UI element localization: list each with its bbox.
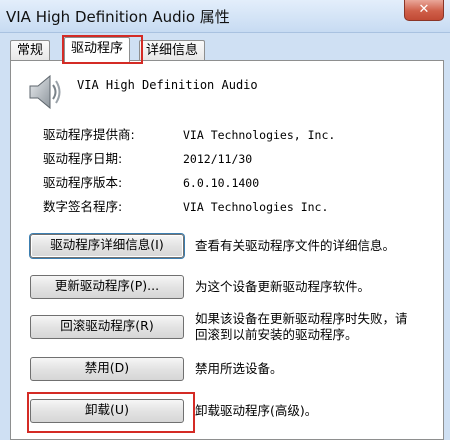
driver-panel: VIA High Definition Audio 驱动程序提供商: VIA Te…	[10, 60, 444, 440]
disable-description: 禁用所选设备。	[195, 361, 283, 376]
close-button[interactable]: ✕	[404, 0, 444, 21]
title-bar: VIA High Definition Audio 属性 ✕	[0, 0, 450, 33]
info-label: 驱动程序日期:	[43, 151, 123, 166]
rollback-description-line: 回滚到以前安装的驱动程序。	[195, 327, 358, 342]
close-icon: ✕	[418, 2, 430, 17]
info-value: VIA Technologies, Inc.	[183, 128, 336, 142]
uninstall-highlight-box	[27, 392, 195, 433]
driver-details-button[interactable]: 驱动程序详细信息(I)	[30, 234, 184, 258]
update-driver-button[interactable]: 更新驱动程序(P)...	[30, 275, 184, 299]
info-label: 驱动程序提供商:	[43, 127, 135, 142]
tab-driver[interactable]: 驱动程序	[64, 37, 131, 62]
info-value: VIA Technologies Inc.	[183, 200, 329, 214]
tab-general[interactable]: 常规	[10, 40, 51, 61]
info-label: 数字签名程序:	[43, 199, 123, 214]
tab-details[interactable]: 详细信息	[139, 40, 206, 61]
tab-strip: 常规 驱动程序 详细信息	[10, 35, 450, 64]
rollback-driver-button[interactable]: 回滚驱动程序(R)	[30, 315, 184, 339]
info-value: 2012/11/30	[183, 152, 253, 166]
uninstall-description: 卸载驱动程序(高级)。	[195, 403, 318, 418]
speaker-icon	[29, 74, 61, 110]
device-name: VIA High Definition Audio	[77, 78, 258, 92]
driver-details-description: 查看有关驱动程序文件的详细信息。	[195, 238, 396, 253]
window-title: VIA High Definition Audio 属性	[6, 8, 230, 26]
info-row-version: 驱动程序版本: 6.0.10.1400	[43, 172, 259, 191]
rollback-description-line: 如果该设备在更新驱动程序时失败，请	[195, 311, 408, 326]
info-label: 驱动程序版本:	[43, 175, 123, 190]
rollback-driver-description: 如果该设备在更新驱动程序时失败，请 回滚到以前安装的驱动程序。	[195, 311, 408, 343]
disable-button[interactable]: 禁用(D)	[30, 357, 184, 381]
info-row-provider: 驱动程序提供商: VIA Technologies, Inc.	[43, 124, 335, 143]
info-value: 6.0.10.1400	[183, 176, 260, 190]
info-row-signer: 数字签名程序: VIA Technologies Inc.	[43, 196, 328, 215]
info-row-date: 驱动程序日期: 2012/11/30	[43, 148, 252, 167]
update-driver-description: 为这个设备更新驱动程序软件。	[195, 279, 371, 294]
